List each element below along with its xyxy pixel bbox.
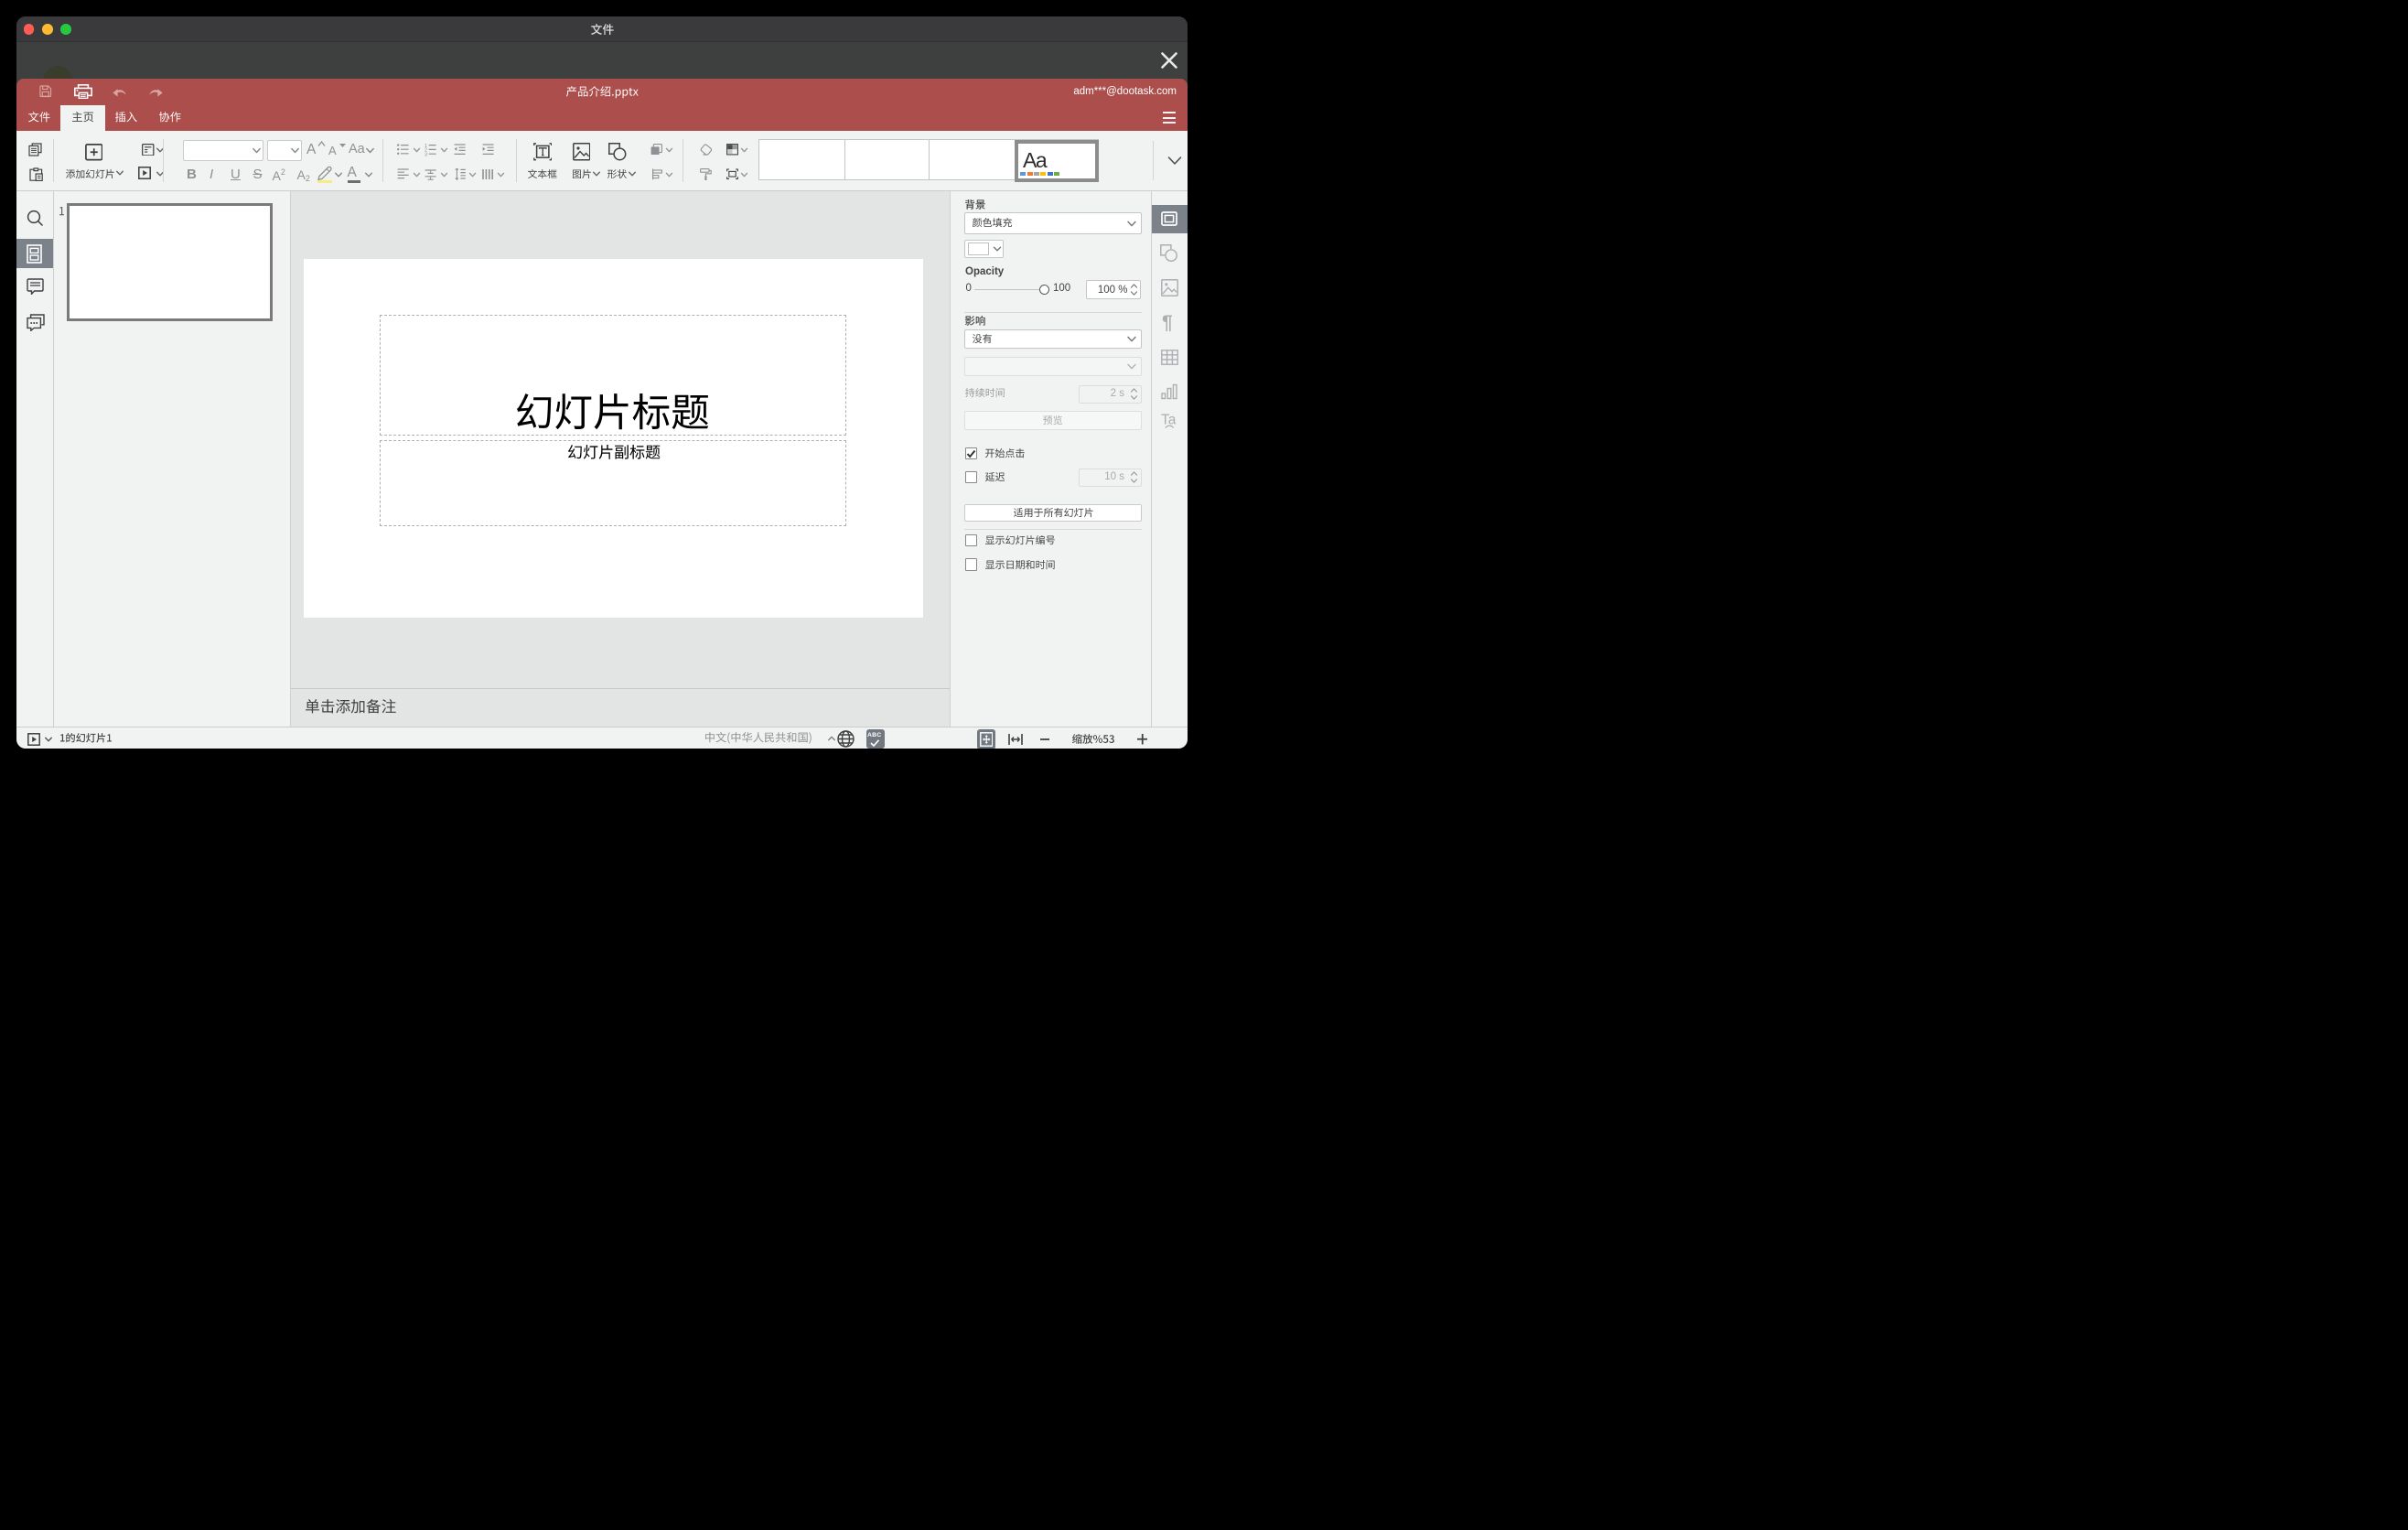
svg-text:3: 3 bbox=[425, 152, 427, 156]
